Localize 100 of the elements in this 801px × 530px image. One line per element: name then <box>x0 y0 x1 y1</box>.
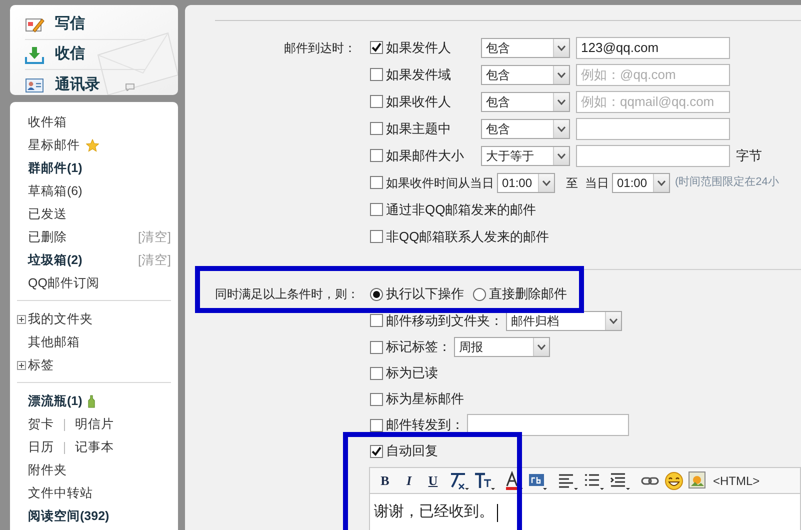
option-label: 标为已读 <box>386 364 438 382</box>
folder-link[interactable]: 收件箱 <box>28 113 67 132</box>
folder-link[interactable]: 垃圾箱(2) <box>28 251 82 270</box>
dropdown[interactable]: 邮件归档 <box>506 310 622 330</box>
checkbox[interactable] <box>370 95 383 108</box>
caret-icon <box>557 98 566 104</box>
option-label: 当日 <box>585 174 609 192</box>
pencil-note-icon <box>25 16 45 34</box>
option-label: 直接删除邮件 <box>489 285 567 304</box>
option-label: 标为星标邮件 <box>386 390 464 408</box>
section-label: 邮件到达时： <box>284 40 356 56</box>
folder-link[interactable]: 文件中转站 <box>28 484 93 503</box>
expand-plus-icon[interactable] <box>17 361 26 370</box>
caret-icon <box>557 72 566 78</box>
dropdown[interactable]: 包含 <box>481 118 570 138</box>
bottle-icon <box>88 395 96 408</box>
input-field[interactable] <box>576 144 730 166</box>
speech-bubble-icon <box>125 83 135 91</box>
option-label: 非QQ邮箱联系人发来的邮件 <box>386 228 550 246</box>
input-field[interactable]: 例如：@qq.com <box>576 64 730 86</box>
folder-link[interactable]: 漂流瓶(1) <box>28 392 82 411</box>
folder-link[interactable]: 标签 <box>28 356 54 375</box>
html-toggle[interactable]: <HTML> <box>713 472 760 490</box>
dropdown[interactable]: 周报 <box>454 337 550 357</box>
checkbox[interactable] <box>370 314 383 327</box>
caret-icon <box>609 318 618 324</box>
dropdown[interactable]: 包含 <box>481 92 570 112</box>
folder-link[interactable]: 明信片 <box>75 415 114 434</box>
folder-link[interactable]: 已删除 <box>28 228 67 247</box>
folder-link[interactable]: 草稿箱(6) <box>28 182 82 201</box>
option-label: 至 <box>566 174 578 192</box>
dropdown[interactable]: 包含 <box>481 64 570 84</box>
caret-icon <box>557 126 566 132</box>
folder-link[interactable]: 星标邮件 <box>28 136 80 155</box>
text-cursor <box>497 504 498 522</box>
folder-link[interactable]: 贺卡 <box>28 415 54 434</box>
option-label: 执行以下操作 <box>386 285 464 304</box>
caret-icon <box>542 180 551 186</box>
folder-link[interactable]: 阅读空间(392) <box>28 507 110 526</box>
quick-action-link[interactable]: 收信 <box>55 43 85 66</box>
expand-plus-icon[interactable] <box>17 315 26 324</box>
checkbox[interactable] <box>370 41 383 54</box>
unit-label: 字节 <box>736 146 762 165</box>
checkbox[interactable] <box>370 340 383 354</box>
caret-icon <box>557 152 566 158</box>
checkbox[interactable] <box>370 149 383 162</box>
option-label: 标记标签： <box>386 338 451 356</box>
dropdown[interactable]: 01:00 <box>497 172 555 192</box>
checkbox[interactable] <box>370 122 383 135</box>
option-label: 如果邮件大小 <box>386 146 465 165</box>
input-field[interactable]: 例如：qqmail@qq.com <box>576 90 730 112</box>
checkbox[interactable] <box>370 203 383 216</box>
option-label: 如果收件时间从当日 <box>386 174 494 192</box>
checkbox[interactable] <box>370 392 383 406</box>
caret-icon <box>557 44 566 50</box>
contact-card-icon <box>25 76 45 94</box>
checkbox[interactable] <box>370 418 383 432</box>
option-label: 自动回复 <box>386 442 438 460</box>
folder-link[interactable]: 记事本 <box>75 438 114 457</box>
radio-button[interactable] <box>473 288 486 300</box>
option-label: 如果发件域 <box>386 66 452 84</box>
dropdown[interactable]: 01:00 <box>612 172 670 192</box>
input-field[interactable] <box>576 118 730 140</box>
format-button[interactable]: U <box>423 470 443 490</box>
folder-link[interactable]: QQ邮件订阅 <box>28 274 100 293</box>
checkbox[interactable] <box>370 366 383 380</box>
format-button[interactable]: I <box>399 470 419 490</box>
option-label: 邮件移动到文件夹： <box>386 312 503 330</box>
folder-link[interactable]: 日历 <box>28 438 54 457</box>
format-button[interactable]: B <box>375 470 395 490</box>
option-label: 如果主题中 <box>386 120 452 138</box>
folder-link[interactable]: 我的文件夹 <box>28 310 93 329</box>
checkbox[interactable] <box>370 230 383 243</box>
indent-list-icon[interactable] <box>609 470 631 490</box>
radio-button[interactable] <box>370 288 383 300</box>
checkbox[interactable] <box>370 444 383 458</box>
checkbox[interactable] <box>370 68 383 81</box>
dropdown[interactable]: 包含 <box>481 38 570 58</box>
star-icon <box>86 139 99 152</box>
caret-icon <box>537 344 546 350</box>
dropdown[interactable]: 大于等于 <box>481 146 570 166</box>
font-size-icon[interactable] <box>473 470 495 490</box>
folder-link[interactable]: 群邮件(1) <box>28 159 82 178</box>
folder-link[interactable]: 附件夹 <box>28 461 67 480</box>
section-label: 同时满足以上条件时，则： <box>215 287 359 301</box>
checkbox[interactable] <box>370 176 383 189</box>
option-label: 如果收件人 <box>386 92 452 111</box>
quick-action-link[interactable]: 通讯录 <box>55 74 100 95</box>
input-field[interactable]: 123@qq.com <box>576 36 730 58</box>
option-label: 如果发件人 <box>386 38 452 57</box>
option-label: 邮件转发到： <box>386 416 464 434</box>
editor-body[interactable]: 谢谢，已经收到。 <box>369 494 801 530</box>
folder-link[interactable]: 其他邮箱 <box>28 333 80 352</box>
quick-action-link[interactable]: 写信 <box>55 13 85 36</box>
folder-link[interactable]: 已发送 <box>28 205 67 224</box>
input-field[interactable] <box>467 414 629 436</box>
option-label: 通过非QQ邮箱发来的邮件 <box>386 200 536 219</box>
hint-text: (时间范围限定在24小 <box>675 174 779 190</box>
download-tray-icon <box>25 46 45 64</box>
smiley-icon[interactable] <box>664 470 684 490</box>
